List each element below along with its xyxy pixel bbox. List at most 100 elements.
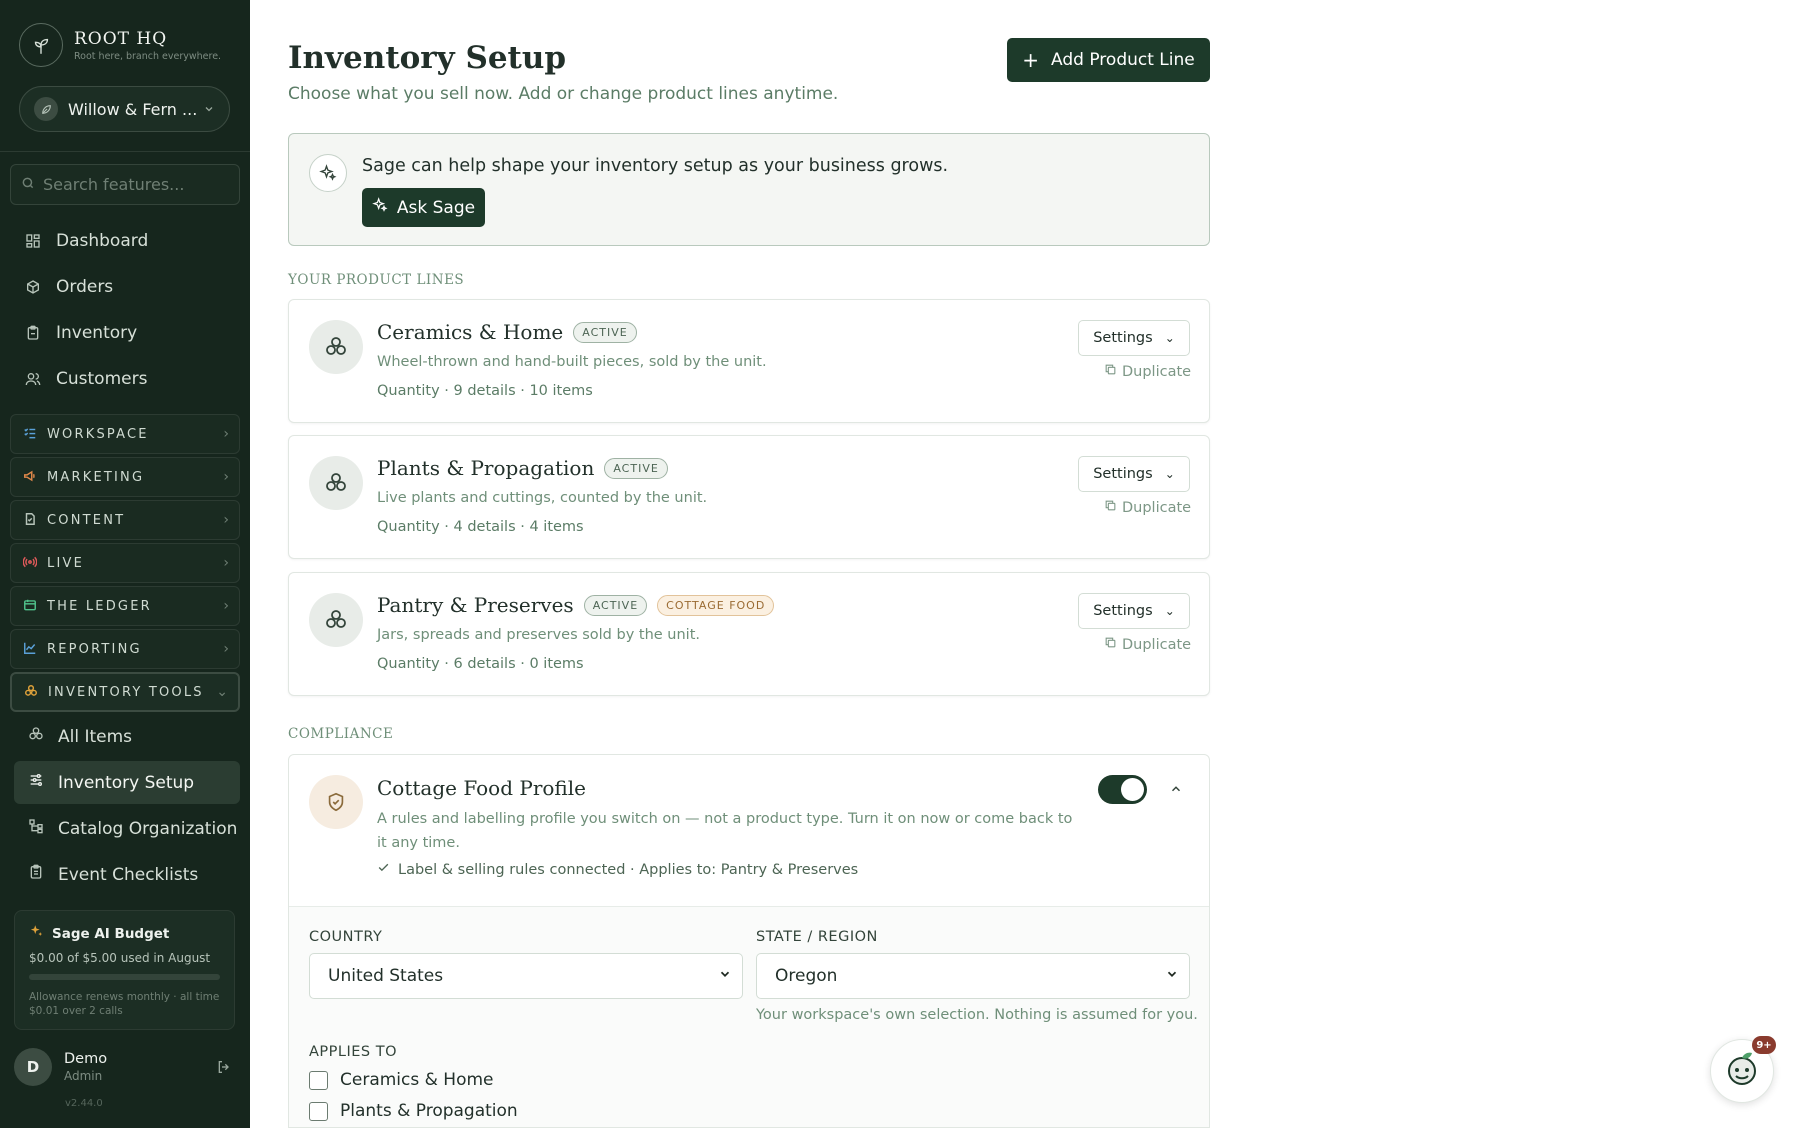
duplicate-link[interactable]: Duplicate [1104, 636, 1191, 653]
state-label: STATE / REGION [756, 929, 878, 945]
settings-button[interactable]: Settings ⌄ [1078, 320, 1190, 356]
nav-item-inventory[interactable]: Inventory [0, 310, 250, 356]
stack-icon [24, 683, 38, 702]
section-workspace[interactable]: WORKSPACE › [10, 414, 240, 454]
brand-tagline: Root here, branch everywhere. [74, 50, 222, 62]
avatar[interactable]: D [14, 1048, 52, 1086]
ask-sage-button[interactable]: Ask Sage [362, 188, 485, 227]
grid-icon [24, 232, 42, 250]
stack-icon [28, 726, 44, 747]
page-title: Inventory Setup [288, 40, 567, 76]
country-value: United States [328, 966, 444, 986]
sliders-icon [28, 772, 44, 793]
add-product-line-button[interactable]: + Add Product Line [1007, 38, 1210, 82]
brand[interactable]: ROOT HQ Root here, branch everywhere. [19, 23, 221, 67]
cottage-food-toggle[interactable] [1098, 775, 1147, 804]
product-line-card: Pantry & Preserves ACTIVE COTTAGE FOOD J… [288, 572, 1210, 696]
state-hint: Your workspace's own selection. Nothing … [756, 1007, 1198, 1023]
section-the-ledger[interactable]: THE LEDGER › [10, 586, 240, 626]
budget-progress [29, 974, 220, 980]
section-marketing[interactable]: MARKETING › [10, 457, 240, 497]
section-inventory-tools[interactable]: INVENTORY TOOLS ⌄ [10, 672, 240, 712]
subnav-inventory-setup[interactable]: Inventory Setup [14, 761, 240, 804]
ai-budget-card: Sage AI Budget $0.00 of $5.00 used in Au… [14, 910, 235, 1030]
page-subtitle: Choose what you sell now. Add or change … [288, 84, 839, 104]
product-meta: Quantity · 6 details · 0 items [377, 656, 584, 672]
search-box[interactable] [10, 164, 240, 205]
state-select[interactable]: Oregon [756, 953, 1190, 999]
product-line-card: Plants & Propagation ACTIVE Live plants … [288, 435, 1210, 559]
option-label: Ceramics & Home [340, 1070, 494, 1090]
compliance-heading: COMPLIANCE [288, 726, 394, 742]
hierarchy-icon [28, 818, 44, 839]
chevron-right-icon: › [223, 641, 229, 657]
chevron-right-icon: › [223, 512, 229, 528]
logout-icon[interactable] [212, 1055, 236, 1079]
nav-item-customers[interactable]: Customers [0, 356, 250, 402]
workspace-switcher[interactable]: Willow & Fern ... [19, 86, 230, 132]
section-reporting[interactable]: REPORTING › [10, 629, 240, 669]
section-label: WORKSPACE [47, 426, 149, 442]
status-text: Label & selling rules connected · Applie… [398, 861, 859, 878]
nav-item-dashboard[interactable]: Dashboard [0, 218, 250, 264]
subnav-event-checklists[interactable]: Event Checklists [14, 853, 240, 896]
duplicate-link[interactable]: Duplicate [1104, 499, 1191, 516]
check-icon [377, 861, 390, 878]
status-badge: ACTIVE [573, 321, 637, 343]
country-label: COUNTRY [309, 929, 383, 945]
nav-label: Inventory [56, 323, 138, 343]
chevron-up-icon[interactable] [1164, 777, 1188, 801]
product-meta: Quantity · 9 details · 10 items [377, 383, 593, 399]
search-input[interactable] [43, 175, 223, 194]
settings-button[interactable]: Settings ⌄ [1078, 456, 1190, 492]
product-description: Jars, spreads and preserves sold by the … [377, 627, 701, 643]
section-label: REPORTING [47, 641, 142, 657]
nav-label: Customers [56, 369, 148, 389]
checklist-icon [23, 425, 37, 444]
checkbox[interactable] [309, 1101, 328, 1121]
notification-badge: 9+ [1752, 1036, 1776, 1054]
copy-icon [1104, 363, 1117, 380]
chevron-down-icon [1165, 966, 1179, 986]
user-name: Demo [64, 1051, 108, 1067]
stack-icon [309, 456, 363, 510]
subnav-catalog-organization[interactable]: Catalog Organization [14, 807, 240, 850]
section-label: MARKETING [47, 469, 145, 485]
section-groups: WORKSPACE › MARKETING › CONTENT › LIVE ›… [10, 414, 240, 715]
clipboard-icon [24, 324, 42, 342]
add-product-line-label: Add Product Line [1051, 50, 1195, 70]
duplicate-link[interactable]: Duplicate [1104, 363, 1191, 380]
applies-option-plants[interactable]: Plants & Propagation [309, 1101, 518, 1121]
option-label: Plants & Propagation [340, 1101, 518, 1121]
cottage-food-settings: COUNTRY United States STATE / REGION Ore… [289, 906, 1209, 1127]
subnav-label: Catalog Organization [58, 818, 238, 839]
duplicate-label: Duplicate [1122, 636, 1192, 653]
cottage-food-description: A rules and labelling profile you switch… [377, 811, 1073, 851]
chevron-down-icon: ⌄ [216, 684, 228, 700]
user-role: Admin [64, 1069, 103, 1083]
settings-button[interactable]: Settings ⌄ [1078, 593, 1190, 629]
product-line-card: Ceramics & Home ACTIVE Wheel-thrown and … [288, 299, 1210, 423]
cottage-food-badge: COTTAGE FOOD [657, 594, 775, 616]
product-description: Live plants and cuttings, counted by the… [377, 490, 708, 506]
primary-nav: Dashboard Orders Inventory Customers [0, 218, 250, 402]
ledger-icon [23, 597, 37, 616]
section-live[interactable]: LIVE › [10, 543, 240, 583]
broadcast-icon [22, 554, 38, 573]
duplicate-label: Duplicate [1122, 499, 1192, 516]
stack-icon [309, 320, 363, 374]
chevron-down-icon: ⌄ [1164, 467, 1175, 481]
country-select[interactable]: United States [309, 953, 743, 999]
product-name: Plants & Propagation [377, 456, 595, 480]
plus-icon: + [1022, 48, 1040, 72]
section-content[interactable]: CONTENT › [10, 500, 240, 540]
applies-option-ceramics[interactable]: Ceramics & Home [309, 1070, 494, 1090]
nav-item-orders[interactable]: Orders [0, 264, 250, 310]
settings-label: Settings [1093, 466, 1153, 482]
checkbox[interactable] [309, 1070, 328, 1090]
ask-sage-label: Ask Sage [396, 197, 476, 218]
nav-label: Dashboard [56, 231, 149, 251]
user-profile: D Demo Admin [14, 1048, 236, 1086]
applies-to-label: APPLIES TO [309, 1044, 398, 1060]
subnav-all-items[interactable]: All Items [14, 715, 240, 758]
